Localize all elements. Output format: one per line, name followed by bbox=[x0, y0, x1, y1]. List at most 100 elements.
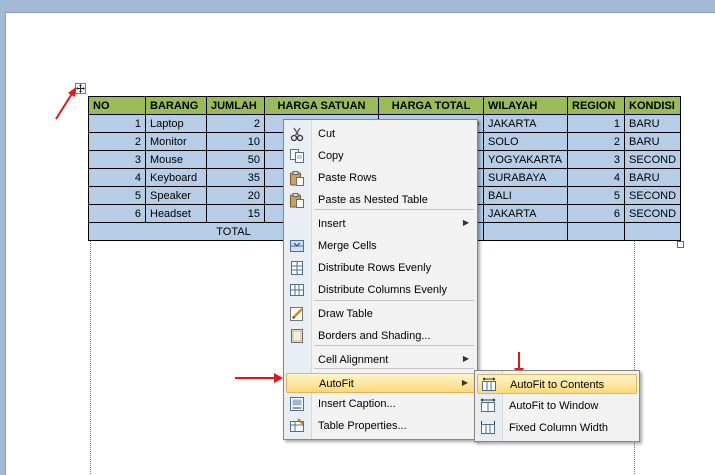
table-cell[interactable]: JAKARTA bbox=[483, 114, 568, 133]
table-cell[interactable]: 1 bbox=[88, 114, 146, 133]
table-cell[interactable]: Monitor bbox=[145, 132, 207, 151]
menu-item-label: Cell Alignment bbox=[318, 354, 389, 366]
column-header[interactable]: NO bbox=[88, 96, 146, 115]
annotation-arrow-autofit bbox=[235, 373, 283, 383]
column-header[interactable]: REGION bbox=[567, 96, 625, 115]
menu-item-borders-and-shading[interactable]: Borders and Shading... bbox=[286, 326, 475, 346]
menu-item-label: Insert bbox=[318, 218, 346, 230]
table-cell[interactable]: 2 bbox=[206, 114, 265, 133]
table-cell[interactable]: Headset bbox=[145, 204, 207, 223]
menu-item-insert[interactable]: Insert ▶ bbox=[286, 214, 475, 234]
table-cell[interactable]: 5 bbox=[567, 186, 625, 205]
table-cell[interactable]: 6 bbox=[567, 204, 625, 223]
table-cell[interactable]: 50 bbox=[206, 150, 265, 169]
menu-item-insert-caption[interactable]: Insert Caption... bbox=[286, 394, 475, 414]
table-resize-handle[interactable] bbox=[677, 241, 684, 248]
table-cell[interactable] bbox=[623, 222, 682, 241]
submenu-item-fixed-column-width[interactable]: Fixed Column Width bbox=[477, 418, 637, 438]
table-cell[interactable]: SECOND bbox=[623, 150, 682, 169]
table-cell[interactable]: 3 bbox=[567, 150, 625, 169]
scissors-icon bbox=[289, 126, 305, 142]
autofit-contents-icon bbox=[481, 377, 497, 393]
table-cell[interactable] bbox=[567, 222, 625, 241]
menu-item-label: Borders and Shading... bbox=[318, 330, 431, 342]
pencil-icon bbox=[289, 306, 305, 322]
table-cell[interactable]: BARU bbox=[623, 132, 682, 151]
merge-cells-icon bbox=[289, 238, 305, 254]
distribute-columns-icon bbox=[289, 282, 305, 298]
table-cell[interactable]: SOLO bbox=[483, 132, 568, 151]
table-cell[interactable]: Keyboard bbox=[145, 168, 207, 187]
table-cell[interactable]: 20 bbox=[206, 186, 265, 205]
column-header[interactable]: BARANG bbox=[145, 96, 207, 115]
table-cell[interactable]: BARU bbox=[623, 114, 682, 133]
table-cell[interactable]: BALI bbox=[483, 186, 568, 205]
menu-item-label: Paste as Nested Table bbox=[318, 194, 428, 206]
submenu-item-label: AutoFit to Window bbox=[509, 400, 599, 412]
submenu-arrow-icon: ▶ bbox=[462, 218, 469, 227]
menu-item-label: Copy bbox=[318, 150, 344, 162]
paste-icon bbox=[289, 192, 305, 208]
table-cell[interactable]: Laptop bbox=[145, 114, 207, 133]
column-header[interactable]: KONDISI bbox=[623, 96, 682, 115]
menu-item-distribute-rows-evenly[interactable]: Distribute Rows Evenly bbox=[286, 258, 475, 278]
submenu-item-autofit-to-window[interactable]: AutoFit to Window bbox=[477, 396, 637, 416]
context-menu: Cut Copy Paste Rows Paste as Nested Table In… bbox=[283, 119, 478, 440]
menu-item-label: Merge Cells bbox=[318, 240, 377, 252]
table-cell[interactable]: YOGYAKARTA bbox=[483, 150, 568, 169]
menu-item-autofit[interactable]: AutoFit ▶ bbox=[286, 373, 475, 393]
menu-item-label: Insert Caption... bbox=[318, 398, 396, 410]
menu-item-distribute-columns-evenly[interactable]: Distribute Columns Evenly bbox=[286, 280, 475, 300]
table-cell[interactable]: 35 bbox=[206, 168, 265, 187]
menu-item-cut[interactable]: Cut bbox=[286, 124, 475, 144]
table-cell[interactable]: BARU bbox=[623, 168, 682, 187]
submenu-arrow-icon: ▶ bbox=[461, 378, 468, 387]
column-header[interactable]: HARGA TOTAL bbox=[378, 96, 484, 115]
menu-item-label: AutoFit bbox=[319, 378, 354, 390]
fixed-width-icon bbox=[480, 420, 496, 436]
column-header[interactable]: JUMLAH bbox=[206, 96, 265, 115]
autofit-submenu: AutoFit to Contents AutoFit to Window Fixe… bbox=[474, 370, 640, 442]
menu-item-label: Paste Rows bbox=[318, 172, 377, 184]
menu-item-label: Draw Table bbox=[318, 308, 373, 320]
table-cell[interactable]: 10 bbox=[206, 132, 265, 151]
menu-item-label: Distribute Rows Evenly bbox=[318, 262, 432, 274]
table-header-row: NO BARANG JUMLAH HARGA SATUAN HARGA TOTAL WIL… bbox=[88, 96, 682, 115]
menu-item-copy[interactable]: Copy bbox=[286, 146, 475, 166]
table-cell[interactable]: SURABAYA bbox=[483, 168, 568, 187]
distribute-rows-icon bbox=[289, 260, 305, 276]
table-cell[interactable]: SECOND bbox=[623, 204, 682, 223]
menu-item-cell-alignment[interactable]: Cell Alignment ▶ bbox=[286, 350, 475, 370]
table-cell[interactable]: 1 bbox=[567, 114, 625, 133]
table-cell[interactable]: 15 bbox=[206, 204, 265, 223]
borders-icon bbox=[289, 328, 305, 344]
copy-icon bbox=[289, 148, 305, 164]
table-cell[interactable]: 6 bbox=[88, 204, 146, 223]
menu-item-label: Table Properties... bbox=[318, 420, 407, 432]
table-cell[interactable]: 2 bbox=[88, 132, 146, 151]
annotation-arrow-move-handle bbox=[55, 87, 76, 120]
table-cell[interactable]: 3 bbox=[88, 150, 146, 169]
table-cell[interactable]: JAKARTA bbox=[483, 204, 568, 223]
table-properties-icon bbox=[289, 418, 305, 434]
column-header[interactable]: HARGA SATUAN bbox=[264, 96, 379, 115]
submenu-item-autofit-to-contents[interactable]: AutoFit to Contents bbox=[477, 374, 637, 394]
menu-item-draw-table[interactable]: Draw Table bbox=[286, 304, 475, 324]
menu-separator bbox=[314, 300, 474, 301]
table-cell[interactable]: 2 bbox=[567, 132, 625, 151]
table-cell[interactable]: 5 bbox=[88, 186, 146, 205]
menu-item-merge-cells[interactable]: Merge Cells bbox=[286, 236, 475, 256]
column-header[interactable]: WILAYAH bbox=[483, 96, 568, 115]
submenu-item-label: Fixed Column Width bbox=[509, 422, 609, 434]
table-cell[interactable]: Mouse bbox=[145, 150, 207, 169]
table-cell[interactable]: Speaker bbox=[145, 186, 207, 205]
menu-item-paste-as-nested-table[interactable]: Paste as Nested Table bbox=[286, 190, 475, 210]
table-cell[interactable]: SECOND bbox=[623, 186, 682, 205]
column-guide-left bbox=[90, 232, 91, 474]
table-cell[interactable]: 4 bbox=[567, 168, 625, 187]
submenu-item-label: AutoFit to Contents bbox=[510, 379, 605, 391]
table-cell[interactable] bbox=[483, 222, 568, 241]
menu-item-paste-rows[interactable]: Paste Rows bbox=[286, 168, 475, 188]
table-cell[interactable]: 4 bbox=[88, 168, 146, 187]
menu-item-table-properties[interactable]: Table Properties... bbox=[286, 416, 475, 436]
